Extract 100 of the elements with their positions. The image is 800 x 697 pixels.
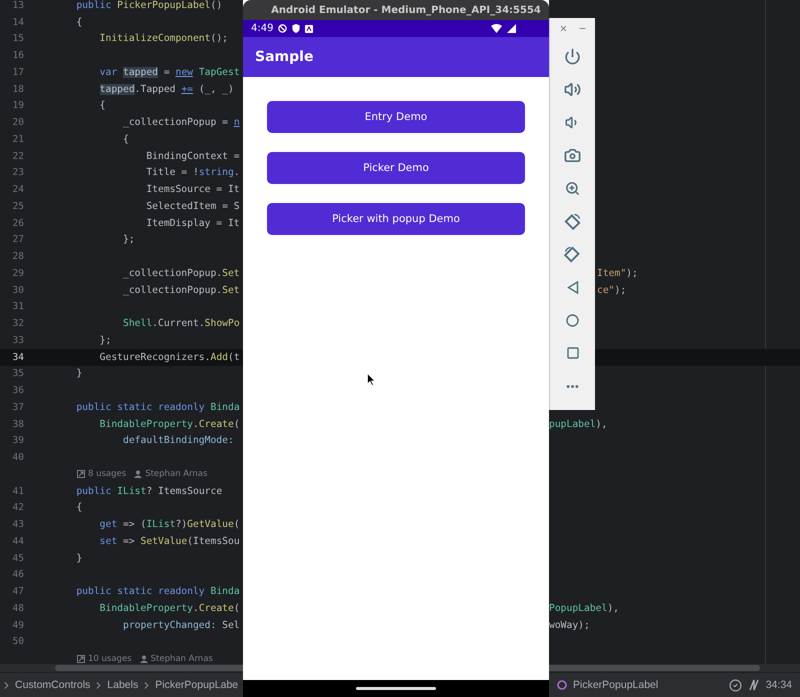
demo-button[interactable]: Picker Demo [267, 152, 525, 184]
line-number: 47 [12, 586, 24, 598]
code-line: InitializeComponent(); [98, 33, 229, 44]
code-line: BindingContext = [145, 150, 241, 162]
breadcrumb-item[interactable]: PickerPopupLabe [155, 679, 238, 691]
line-number: 23 [12, 167, 24, 178]
app-title: Sample [255, 49, 314, 65]
code-line: { [75, 16, 84, 28]
code-line: } [75, 368, 84, 380]
line-number: 16 [12, 50, 24, 62]
line-number: 34 [12, 352, 24, 363]
line-number: 26 [12, 218, 24, 229]
assistant-icon[interactable] [748, 679, 760, 691]
wifi-icon [491, 24, 502, 33]
code-line: _collectionPopup.Set [122, 284, 241, 296]
close-icon[interactable] [558, 24, 568, 33]
code-line: BindableProperty.Create( [98, 418, 241, 430]
code-line: Item"); [597, 268, 638, 279]
line-number: 38 [12, 418, 24, 430]
line-number: 40 [12, 452, 24, 464]
line-number: 14 [12, 16, 24, 28]
line-number: 35 [12, 368, 24, 380]
power-icon[interactable] [562, 46, 582, 66]
code-line: SelectedItem = S [145, 200, 241, 212]
line-number: 20 [12, 117, 24, 128]
code-line: var tapped = new TapGest [98, 66, 241, 78]
code-line: public IList? ItemsSource [75, 486, 224, 497]
code-line: public PickerPopupLabel() [75, 0, 224, 11]
line-number: 39 [12, 435, 24, 446]
line-number: 22 [12, 150, 24, 162]
line-number: 29 [12, 268, 24, 279]
person-icon [134, 470, 142, 478]
class-icon [557, 680, 567, 690]
scrollbar-segment[interactable] [549, 664, 800, 672]
usages-hint[interactable]: 10 usages [77, 654, 132, 664]
code-line: GestureRecognizers.Add(t [98, 352, 241, 363]
rotate-right-icon[interactable] [562, 244, 582, 264]
line-number: 24 [12, 184, 24, 196]
code-line: set => SetValue(ItemsSou [98, 536, 241, 547]
line-number: 44 [12, 536, 24, 547]
line-number: 28 [12, 251, 24, 262]
code-line: get => (IList?)GetValue( [98, 519, 241, 530]
line-number: 21 [12, 134, 24, 145]
line-number: 15 [12, 33, 24, 44]
line-number: 36 [12, 385, 24, 396]
breadcrumb-item[interactable]: CustomControls [15, 679, 90, 691]
line-number: 32 [12, 318, 24, 330]
author-hint[interactable]: Stephan Arnas [140, 654, 213, 664]
code-line: woWay); [549, 620, 590, 631]
line-number: 37 [12, 402, 24, 413]
line-number: 50 [12, 636, 24, 648]
shield-icon [292, 24, 300, 33]
rotate-left-icon[interactable] [562, 211, 582, 231]
code-line: ItemsSource = It [145, 184, 241, 196]
line-number: 43 [12, 519, 24, 530]
demo-button[interactable]: Entry Demo [267, 101, 525, 133]
line-number: 41 [12, 486, 24, 497]
line-number: 27 [12, 234, 24, 246]
code-line: propertyChanged: Sel [122, 620, 241, 631]
code-line: tapped.Tapped += (_, _) [98, 84, 235, 95]
notification-icon [305, 24, 314, 32]
code-line: }; [122, 234, 136, 246]
usages-hint[interactable]: 8 usages [77, 469, 126, 480]
window-title: Android Emulator - Medium_Phone_API_34:5554 [243, 0, 549, 20]
check-circle-icon[interactable] [728, 678, 742, 692]
cursor-position[interactable]: 34:34 [766, 679, 792, 691]
clock-time: 4:49 [251, 23, 274, 34]
line-number: 46 [12, 569, 24, 580]
line-number: 48 [12, 602, 24, 614]
code-line: ItemDisplay = It [145, 218, 241, 229]
line-number: 30 [12, 284, 24, 296]
code-line: BindableProperty.Create( [98, 602, 241, 614]
signal-icon [507, 24, 516, 33]
blocked-icon [278, 24, 288, 33]
code-line: }; [98, 334, 112, 346]
code-line: _collectionPopup = n [122, 117, 241, 128]
code-line: { [98, 100, 106, 112]
code-line: PopupLabel), [549, 602, 619, 614]
author-hint[interactable]: Stephan Arnas [134, 469, 208, 480]
line-number: 42 [12, 502, 24, 514]
code-line: Title = !string. [145, 167, 241, 178]
breadcrumb-item[interactable]: Labels [107, 679, 138, 691]
code-line: _collectionPopup.Set [122, 268, 241, 279]
line-number: 25 [12, 200, 24, 212]
code-line: { [75, 502, 84, 514]
code-line: ce"); [597, 284, 626, 296]
line-number: 18 [12, 84, 24, 95]
line-number: 17 [12, 66, 24, 78]
mouse-pointer-icon [367, 373, 376, 386]
demo-button[interactable]: Picker with popup Demo [267, 203, 525, 235]
code-line: { [122, 134, 130, 145]
code-line: pupLabel), [549, 418, 608, 430]
line-number: 33 [12, 334, 24, 346]
horizontal-scrollbar[interactable] [0, 664, 243, 672]
person-icon [140, 654, 148, 663]
line-number: 31 [12, 301, 24, 312]
line-number: 13 [12, 0, 24, 11]
line-number: 45 [12, 552, 24, 564]
code-line: Shell.Current.ShowPo [122, 318, 241, 330]
file-name[interactable]: PickerPopupLabel [573, 679, 658, 691]
